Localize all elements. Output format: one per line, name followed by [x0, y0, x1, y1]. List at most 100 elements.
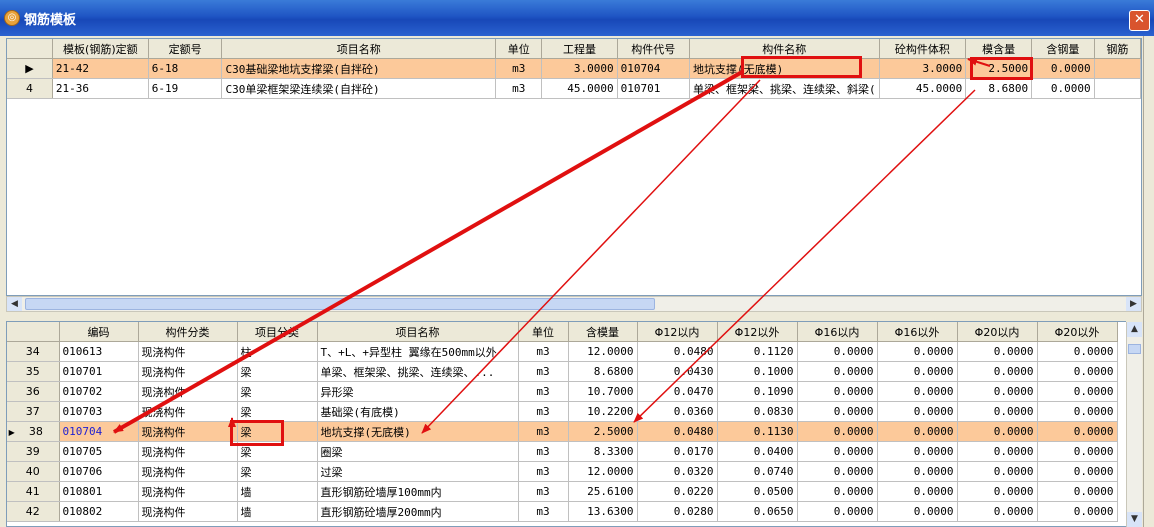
cell-sub[interactable]: 梁: [237, 401, 318, 422]
cell-cat[interactable]: 现浇构件: [138, 481, 238, 502]
scroll-down-arrow-icon[interactable]: ▼: [1127, 512, 1142, 527]
scroll-up-arrow-icon[interactable]: ▲: [1127, 322, 1142, 337]
cell-p20in[interactable]: 0.0000: [957, 481, 1038, 502]
cell-p20out[interactable]: 0.0000: [1037, 361, 1118, 382]
cell-sub[interactable]: 梁: [237, 361, 318, 382]
cell-p16in[interactable]: 0.0000: [797, 341, 878, 362]
cell-mold[interactable]: 2.5000: [568, 421, 638, 442]
cell-p12in[interactable]: 0.0320: [637, 461, 718, 482]
cell-p16in[interactable]: 0.0000: [797, 381, 878, 402]
cell-cat[interactable]: 现浇构件: [138, 401, 238, 422]
cell-p16out[interactable]: 0.0000: [877, 341, 958, 362]
cell-name[interactable]: 过梁: [317, 461, 519, 482]
cell-p12out[interactable]: 0.0650: [717, 501, 798, 522]
cell-name[interactable]: 直形钢筋砼墙厚100mm内: [317, 481, 519, 502]
cell-p12in[interactable]: 0.0480: [637, 421, 718, 442]
bottom-header-col-3[interactable]: 项目分类: [237, 322, 318, 342]
cell-unit[interactable]: m3: [518, 481, 569, 502]
cell-p16out[interactable]: 0.0000: [877, 481, 958, 502]
cell-template-no[interactable]: 21-36: [52, 78, 149, 99]
component-table-row[interactable]: 41 010801 现浇构件墙直形钢筋砼墙厚100mm内 m3 25.6100 0.022…: [7, 481, 1118, 502]
cell-quantity[interactable]: 3.0000: [541, 58, 618, 79]
scroll-left-arrow-icon[interactable]: ◀: [7, 297, 22, 311]
cell-p12out[interactable]: 0.1120: [717, 341, 798, 362]
cell-p16out[interactable]: 0.0000: [877, 421, 958, 442]
cell-code[interactable]: 010704: [59, 421, 139, 442]
cell-name[interactable]: C30单梁框架梁连续梁(自拌砼): [221, 78, 497, 99]
top-header-col-0[interactable]: [7, 39, 53, 59]
cell-name[interactable]: 直形钢筋砼墙厚200mm内: [317, 501, 519, 522]
cell-p20in[interactable]: 0.0000: [957, 461, 1038, 482]
cell-name[interactable]: T、+L、+异型柱 翼缘在500mm以外: [317, 341, 519, 362]
top-header-col-11[interactable]: 钢筋: [1094, 39, 1141, 59]
cell-p12out[interactable]: 0.0500: [717, 481, 798, 502]
cell-name[interactable]: 圈梁: [317, 441, 519, 462]
bottom-header-col-0[interactable]: [7, 322, 60, 342]
cell-p20out[interactable]: 0.0000: [1037, 381, 1118, 402]
bottom-header-col-9[interactable]: Φ16以内: [797, 322, 878, 342]
cell-p20out[interactable]: 0.0000: [1037, 501, 1118, 522]
cell-cat[interactable]: 现浇构件: [138, 341, 238, 362]
cell-p16in[interactable]: 0.0000: [797, 481, 878, 502]
cell-unit[interactable]: m3: [495, 78, 543, 99]
template-table-row[interactable]: 4 21-36 6-19 C30单梁框架梁连续梁(自拌砼) m3 45.0000 01070…: [7, 78, 1141, 99]
cell-p16in[interactable]: 0.0000: [797, 461, 878, 482]
component-table-row[interactable]: 35 010701 现浇构件梁单梁、框架梁、挑梁、连续梁、... m3 8.6800 0.…: [7, 361, 1118, 382]
cell-p12in[interactable]: 0.0280: [637, 501, 718, 522]
cell-code[interactable]: 010704: [617, 58, 690, 79]
cell-code[interactable]: 010706: [59, 461, 139, 482]
cell-unit[interactable]: m3: [518, 381, 569, 402]
cell-unit[interactable]: m3: [518, 441, 569, 462]
cell-p16out[interactable]: 0.0000: [877, 401, 958, 422]
cell-p20in[interactable]: 0.0000: [957, 421, 1038, 442]
cell-quota-no[interactable]: 6-18: [148, 58, 223, 79]
cell-code[interactable]: 010801: [59, 481, 139, 502]
bottom-header-col-6[interactable]: 含模量: [568, 322, 638, 342]
cell-p16out[interactable]: 0.0000: [877, 381, 958, 402]
cell-code[interactable]: 010705: [59, 441, 139, 462]
cell-steel-content[interactable]: 0.0000: [1031, 58, 1095, 79]
top-header-col-10[interactable]: 含钢量: [1031, 39, 1095, 59]
cell-cat[interactable]: 现浇构件: [138, 381, 238, 402]
cell-idx[interactable]: 37: [7, 401, 60, 422]
cell-mold-content[interactable]: 8.6800: [965, 78, 1033, 99]
cell-p16out[interactable]: 0.0000: [877, 501, 958, 522]
cell-p12out[interactable]: 0.0830: [717, 401, 798, 422]
top-header-col-8[interactable]: 砼构件体积: [879, 39, 967, 59]
cell-volume[interactable]: 45.0000: [879, 78, 967, 99]
cell-unit[interactable]: m3: [518, 421, 569, 442]
cell-p16in[interactable]: 0.0000: [797, 441, 878, 462]
cell-code[interactable]: 010701: [59, 361, 139, 382]
bottom-header-col-12[interactable]: Φ20以外: [1037, 322, 1118, 342]
cell-unit[interactable]: m3: [518, 401, 569, 422]
cell-name[interactable]: 异形梁: [317, 381, 519, 402]
cell-sub[interactable]: 梁: [237, 461, 318, 482]
cell-p20in[interactable]: 0.0000: [957, 401, 1038, 422]
cell-code[interactable]: 010701: [617, 78, 690, 99]
cell-marker[interactable]: 4: [7, 78, 53, 99]
cell-p16out[interactable]: 0.0000: [877, 461, 958, 482]
close-button[interactable]: ✕: [1129, 10, 1150, 31]
cell-unit[interactable]: m3: [495, 58, 543, 79]
cell-mold[interactable]: 10.7000: [568, 381, 638, 402]
cell-idx[interactable]: 41: [7, 481, 60, 502]
cell-sub[interactable]: 梁: [237, 381, 318, 402]
top-header-col-6[interactable]: 构件代号: [617, 39, 690, 59]
cell-sub[interactable]: 墙: [237, 481, 318, 502]
bottom-header-col-4[interactable]: 项目名称: [317, 322, 519, 342]
cell-name[interactable]: 地坑支撑(无底模): [317, 421, 519, 442]
cell-mold[interactable]: 8.6800: [568, 361, 638, 382]
bottom-header-col-8[interactable]: Φ12以外: [717, 322, 798, 342]
cell-template-no[interactable]: 21-42: [52, 58, 149, 79]
top-header-col-5[interactable]: 工程量: [541, 39, 618, 59]
cell-mold[interactable]: 12.0000: [568, 341, 638, 362]
cell-cat[interactable]: 现浇构件: [138, 501, 238, 522]
bottom-header-col-5[interactable]: 单位: [518, 322, 569, 342]
cell-p20out[interactable]: 0.0000: [1037, 441, 1118, 462]
cell-unit[interactable]: m3: [518, 361, 569, 382]
cell-p20out[interactable]: 0.0000: [1037, 481, 1118, 502]
cell-mold[interactable]: 8.3300: [568, 441, 638, 462]
cell-mold[interactable]: 12.0000: [568, 461, 638, 482]
cell-cat[interactable]: 现浇构件: [138, 421, 238, 442]
cell-name[interactable]: 单梁、框架梁、挑梁、连续梁、...: [317, 361, 519, 382]
